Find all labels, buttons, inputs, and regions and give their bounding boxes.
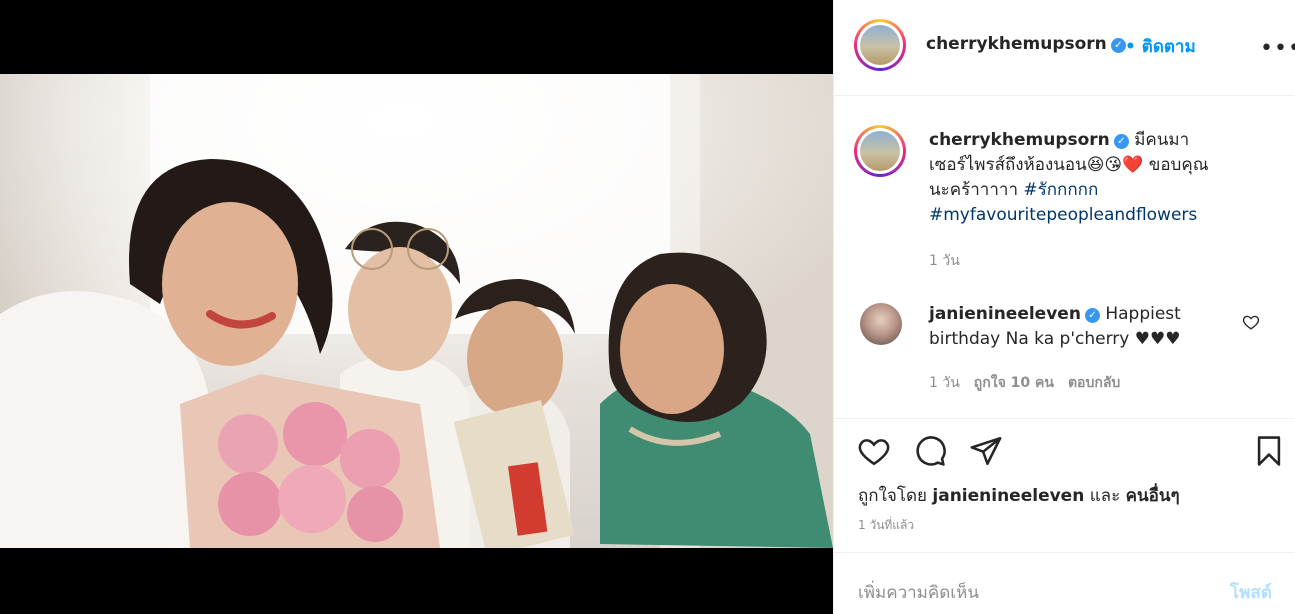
caption-text-2: เซอร์ไพรส์ถึงห้องนอน😆😘❤️ ขอบคุณ bbox=[929, 155, 1209, 175]
share-icon[interactable] bbox=[969, 434, 1003, 468]
caption-text-3: นะคร้าาาาา bbox=[929, 180, 1024, 200]
verified-icon: ✓ bbox=[1084, 308, 1100, 323]
bullet-separator: • bbox=[1125, 37, 1136, 57]
comment-icon[interactable] bbox=[913, 434, 947, 468]
post-comment-button[interactable]: โพสต์ bbox=[1230, 579, 1272, 606]
post-caption: cherrykhemupsorn ✓ มีคนมา เซอร์ไพรส์ถึงห้… bbox=[929, 128, 1269, 228]
selfie-photo-illustration bbox=[0, 74, 833, 548]
add-comment-input[interactable]: เพิ่มความคิดเห็น bbox=[858, 579, 979, 606]
follow-row: • ติดตาม bbox=[1125, 33, 1196, 60]
verified-icon: ✓ bbox=[1113, 134, 1129, 149]
commenter-avatar[interactable] bbox=[860, 303, 902, 345]
author-username-row: cherrykhemupsorn ✓ bbox=[926, 34, 1126, 54]
post-timestamp[interactable]: 1 วันที่แล้ว bbox=[858, 516, 914, 535]
liker-username[interactable]: janienineeleven bbox=[932, 486, 1084, 506]
caption-text-1: มีคนมา bbox=[1134, 130, 1190, 150]
hashtag-link[interactable]: #myfavouritepeopleandflowers bbox=[929, 205, 1197, 225]
reply-button[interactable]: ตอบกลับ bbox=[1068, 375, 1120, 391]
post-media[interactable] bbox=[0, 0, 833, 614]
comment-text-2: birthday Na ka p'cherry ♥♥♥ bbox=[929, 329, 1181, 349]
comment: janienineeleven ✓ Happiest birthday Na ka… bbox=[929, 302, 1239, 352]
heart-icon[interactable] bbox=[857, 434, 891, 468]
comment-meta: 1 วัน ถูกใจ 10 คน ตอบกลับ bbox=[929, 372, 1120, 394]
caption-time[interactable]: 1 วัน bbox=[929, 250, 960, 272]
likes-and: และ bbox=[1089, 486, 1121, 506]
likes-prefix: ถูกใจโดย bbox=[858, 486, 927, 506]
author-avatar[interactable] bbox=[854, 19, 906, 71]
post-photo[interactable] bbox=[0, 74, 833, 548]
caption-username[interactable]: cherrykhemupsorn bbox=[929, 130, 1110, 150]
comment-likes[interactable]: ถูกใจ 10 คน bbox=[974, 375, 1054, 391]
hashtag-link[interactable]: #รักกกกก bbox=[1023, 180, 1098, 200]
commenter-username[interactable]: janienineeleven bbox=[929, 304, 1081, 324]
actions-divider bbox=[834, 418, 1295, 419]
comment-text-1: Happiest bbox=[1105, 304, 1181, 324]
post-header: cherrykhemupsorn✓ • ติดตาม ••• bbox=[834, 0, 1295, 96]
comment-like-heart-icon[interactable] bbox=[1242, 313, 1260, 331]
bookmark-icon[interactable] bbox=[1252, 434, 1286, 468]
add-comment-bar: เพิ่มความคิดเห็น โพสต์ bbox=[834, 552, 1295, 614]
more-options-icon[interactable]: ••• bbox=[1260, 36, 1295, 61]
author-username[interactable]: cherrykhemupsorn bbox=[926, 34, 1107, 54]
comment-time[interactable]: 1 วัน bbox=[929, 375, 960, 391]
likes-summary: ถูกใจโดย janienineeleven และ คนอื่นๆ bbox=[858, 482, 1180, 509]
verified-icon: ✓ bbox=[1110, 38, 1126, 53]
follow-button[interactable]: ติดตาม bbox=[1142, 37, 1196, 57]
likes-others-link[interactable]: คนอื่นๆ bbox=[1126, 486, 1180, 506]
post-sidebar: cherrykhemupsorn✓ • ติดตาม ••• cherrykhe… bbox=[833, 0, 1295, 614]
caption-avatar[interactable] bbox=[854, 125, 906, 177]
